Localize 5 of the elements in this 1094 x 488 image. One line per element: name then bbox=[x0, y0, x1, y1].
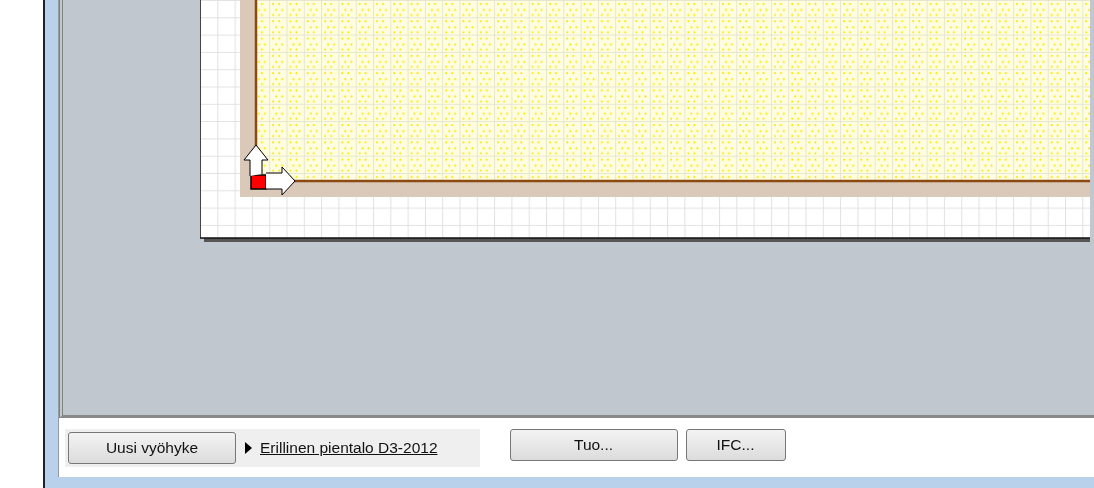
new-zone-button[interactable]: Uusi vyöhyke bbox=[68, 432, 236, 464]
expand-arrow-icon[interactable] bbox=[244, 442, 252, 454]
import-button[interactable]: Tuo... bbox=[509, 429, 678, 461]
zone-link[interactable]: Erillinen pientalo D3-2012 bbox=[260, 436, 438, 460]
ifc-button[interactable]: IFC... bbox=[685, 429, 786, 461]
